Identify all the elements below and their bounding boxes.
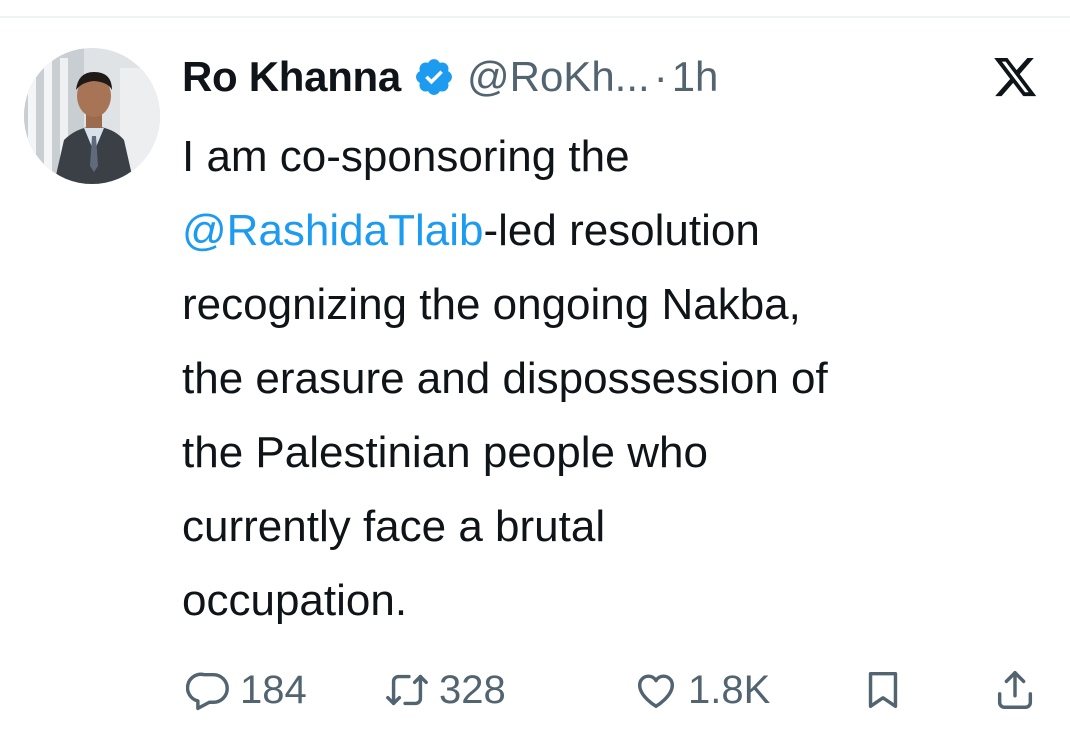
top-divider [0, 16, 1070, 18]
avatar[interactable] [24, 48, 160, 184]
tweet-header: Ro Khanna @RoKh... · 1h [182, 52, 718, 102]
mention-link[interactable]: @RashidaTlaib [182, 206, 483, 255]
verified-badge-icon [413, 56, 455, 98]
repost-button[interactable]: 328 [383, 662, 506, 718]
separator-dot: · [653, 53, 668, 100]
tweet-text-line: recognizing the ongoing Nakba, [182, 280, 801, 329]
avatar-photo [24, 48, 160, 184]
x-logo-icon[interactable] [994, 58, 1038, 98]
tweet-text-line: the Palestinian people who [182, 428, 708, 477]
repost-icon [383, 667, 431, 713]
like-count: 1.8K [688, 667, 771, 712]
author-handle[interactable]: @RoKh... [467, 53, 650, 101]
timestamp[interactable]: 1h [672, 53, 719, 101]
tweet-text-line: @RashidaTlaib-led resolution [182, 206, 760, 255]
bookmark-button[interactable] [860, 662, 906, 718]
bookmark-icon [860, 667, 906, 713]
share-icon [992, 667, 1038, 713]
tweet-text-line: the erasure and dispossession of [182, 354, 828, 403]
tweet-text-line: occupation. [182, 576, 408, 625]
reply-icon [186, 667, 232, 713]
reply-button[interactable]: 184 [186, 662, 307, 718]
heart-icon [632, 667, 680, 713]
display-name[interactable]: Ro Khanna [182, 53, 401, 101]
tweet-text: I am co-sponsoring the @RashidaTlaib-led… [182, 120, 1042, 638]
tweet-text-line: I am co-sponsoring the [182, 132, 630, 181]
tweet-text-line: currently face a brutal [182, 502, 606, 551]
action-bar: 184 328 1.8K [186, 662, 1046, 718]
repost-count: 328 [439, 667, 506, 712]
share-button[interactable] [992, 662, 1038, 718]
reply-count: 184 [240, 667, 307, 712]
like-button[interactable]: 1.8K [632, 662, 770, 718]
